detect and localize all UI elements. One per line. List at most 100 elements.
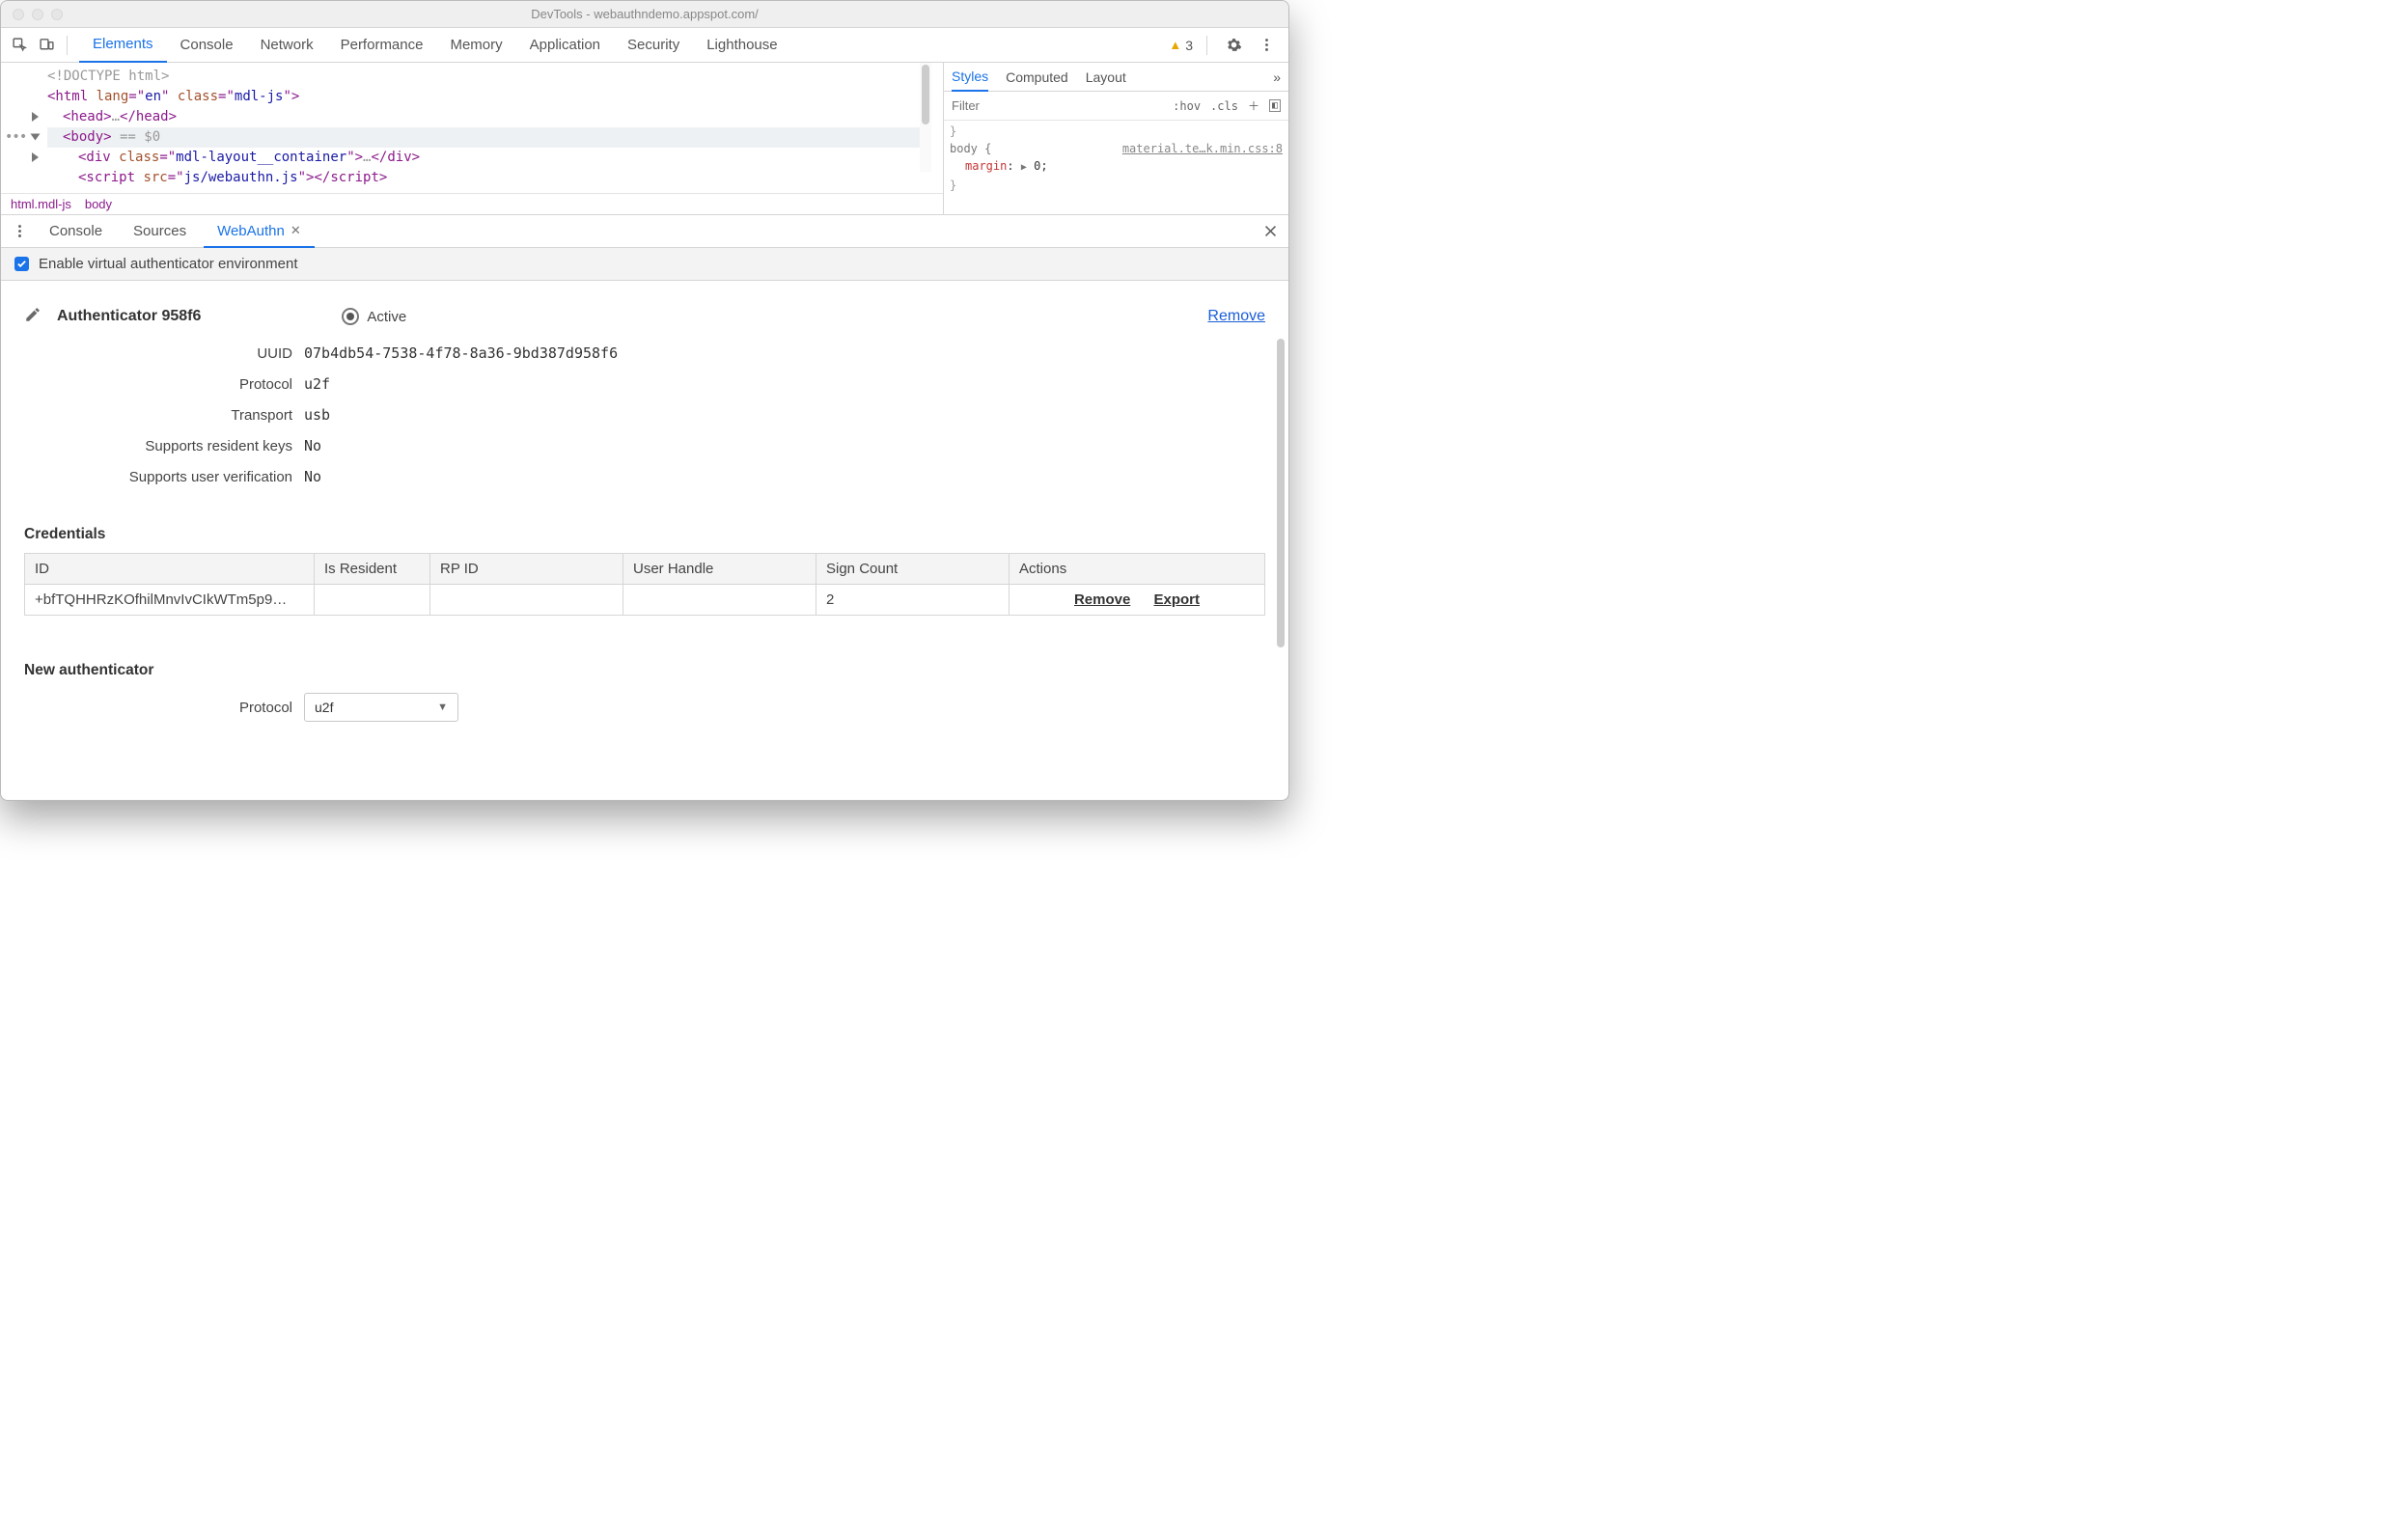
- tab-console[interactable]: Console: [167, 28, 247, 63]
- styles-panel: Styles Computed Layout » :hov .cls ＋ ◧ }…: [943, 63, 1288, 214]
- th-resident[interactable]: Is Resident: [315, 554, 430, 585]
- kebab-icon[interactable]: [1254, 33, 1279, 58]
- styles-selector: body {: [950, 140, 991, 157]
- main-tabs: Elements Console Network Performance Mem…: [75, 28, 1167, 63]
- window-scrollbar[interactable]: [1275, 97, 1286, 790]
- styles-more-icon[interactable]: »: [1273, 63, 1281, 92]
- dom-tree-panel: <!DOCTYPE html> <html lang="en" class="m…: [1, 63, 943, 214]
- devtools-window: DevTools - webauthndemo.appspot.com/ Ele…: [0, 0, 1289, 801]
- divider: [1206, 36, 1207, 55]
- srk-label: Supports resident keys: [24, 438, 304, 454]
- tab-lighthouse[interactable]: Lighthouse: [693, 28, 790, 63]
- tab-application[interactable]: Application: [516, 28, 614, 63]
- warning-count: 3: [1185, 38, 1193, 53]
- th-rpid[interactable]: RP ID: [430, 554, 623, 585]
- new-auth-heading: New authenticator: [24, 662, 1265, 679]
- dom-tree[interactable]: <!DOCTYPE html> <html lang="en" class="m…: [1, 63, 943, 193]
- active-label: Active: [367, 309, 406, 325]
- window-title: DevTools - webauthndemo.appspot.com/: [1, 7, 1288, 21]
- transport-label: Transport: [24, 407, 304, 424]
- breadcrumb-item[interactable]: html.mdl-js: [11, 197, 71, 211]
- brace: }: [950, 177, 1283, 194]
- styles-tab-styles[interactable]: Styles: [952, 63, 988, 92]
- inspect-icon[interactable]: [7, 33, 32, 58]
- gear-icon[interactable]: [1221, 33, 1246, 58]
- prop-name[interactable]: margin: [965, 159, 1007, 173]
- drawer-kebab-icon[interactable]: [7, 219, 32, 244]
- table-header-row: ID Is Resident RP ID User Handle Sign Co…: [25, 554, 1265, 585]
- close-tab-icon[interactable]: ✕: [290, 223, 301, 238]
- styles-filter-row: :hov .cls ＋ ◧: [944, 92, 1288, 121]
- cred-rpid: [430, 585, 623, 616]
- protocol-value: u2f: [304, 375, 330, 393]
- srk-value: No: [304, 437, 321, 454]
- active-radio[interactable]: Active: [342, 308, 406, 325]
- styles-filter-input[interactable]: [952, 98, 1163, 113]
- expand-icon[interactable]: ▶: [1021, 162, 1027, 173]
- credentials-table: ID Is Resident RP ID User Handle Sign Co…: [24, 553, 1265, 616]
- cred-user-handle: [623, 585, 816, 616]
- drawer-tab-sources[interactable]: Sources: [120, 215, 200, 248]
- tab-network[interactable]: Network: [247, 28, 327, 63]
- tabbar-right: ▲ 3: [1169, 33, 1283, 58]
- th-id[interactable]: ID: [25, 554, 315, 585]
- tab-performance[interactable]: Performance: [327, 28, 437, 63]
- th-user-handle[interactable]: User Handle: [623, 554, 816, 585]
- cred-remove-link[interactable]: Remove: [1074, 591, 1130, 608]
- cred-id: +bfTQHHRzKOfhilMnvIvCIkWTm5p9…: [25, 585, 315, 616]
- tab-elements[interactable]: Elements: [79, 28, 167, 63]
- device-toggle-icon[interactable]: [34, 33, 59, 58]
- titlebar: DevTools - webauthndemo.appspot.com/: [1, 1, 1288, 28]
- tab-security[interactable]: Security: [614, 28, 693, 63]
- styles-tab-computed[interactable]: Computed: [1006, 63, 1068, 92]
- breadcrumb: html.mdl-js body: [1, 193, 943, 214]
- collapse-icon[interactable]: [31, 134, 41, 141]
- authenticator-header: Authenticator 958f6 Active Remove: [24, 306, 1265, 327]
- table-row[interactable]: +bfTQHHRzKOfhilMnvIvCIkWTm5p9… 2 Remove …: [25, 585, 1265, 616]
- enable-checkbox[interactable]: [14, 257, 29, 271]
- code-text: <!DOCTYPE html>: [47, 69, 169, 84]
- expand-icon[interactable]: [32, 152, 39, 162]
- breadcrumb-item[interactable]: body: [85, 197, 112, 211]
- main-tabbar: Elements Console Network Performance Mem…: [1, 28, 1288, 63]
- transport-value: usb: [304, 406, 330, 424]
- drawer-tabbar: Console Sources WebAuthn✕: [1, 215, 1288, 248]
- edit-icon[interactable]: [24, 306, 42, 327]
- credentials-heading: Credentials: [24, 526, 1265, 543]
- styles-tabs: Styles Computed Layout »: [944, 63, 1288, 92]
- protocol-label: Protocol: [24, 376, 304, 393]
- styles-body[interactable]: } body { material.te…k.min.css:8 margin:…: [944, 121, 1288, 214]
- drawer-tab-webauthn[interactable]: WebAuthn✕: [204, 215, 315, 248]
- enable-label: Enable virtual authenticator environment: [39, 256, 298, 272]
- tab-memory[interactable]: Memory: [436, 28, 515, 63]
- drawer-tab-console[interactable]: Console: [36, 215, 116, 248]
- authenticator-details: UUID07b4db54-7538-4f78-8a36-9bd387d958f6…: [24, 344, 1265, 499]
- cred-export-link[interactable]: Export: [1154, 591, 1201, 608]
- th-actions: Actions: [1010, 554, 1265, 585]
- prop-value[interactable]: 0;: [1034, 159, 1047, 173]
- dom-scrollbar[interactable]: [920, 63, 931, 172]
- enable-bar: Enable virtual authenticator environment: [1, 248, 1288, 281]
- authenticator-title: Authenticator 958f6: [57, 308, 201, 325]
- webauthn-content: Authenticator 958f6 Active Remove UUID07…: [1, 281, 1288, 800]
- expand-icon[interactable]: [32, 112, 39, 122]
- cred-actions: Remove Export: [1010, 585, 1265, 616]
- warning-badge[interactable]: ▲ 3: [1169, 38, 1193, 53]
- select-value: u2f: [315, 700, 333, 715]
- add-rule-icon[interactable]: ＋: [1248, 97, 1259, 114]
- th-sign-count[interactable]: Sign Count: [816, 554, 1010, 585]
- suv-label: Supports user verification: [24, 469, 304, 485]
- cred-sign-count: 2: [816, 585, 1010, 616]
- brace: }: [950, 123, 1283, 140]
- cred-resident: [315, 585, 430, 616]
- styles-tab-layout[interactable]: Layout: [1086, 63, 1126, 92]
- elements-split: <!DOCTYPE html> <html lang="en" class="m…: [1, 63, 1288, 215]
- new-auth-protocol-row: Protocol u2f ▼: [24, 693, 1265, 722]
- cls-button[interactable]: .cls: [1210, 99, 1238, 113]
- new-auth-protocol-select[interactable]: u2f ▼: [304, 693, 458, 722]
- remove-authenticator-link[interactable]: Remove: [1207, 308, 1265, 325]
- hov-button[interactable]: :hov: [1173, 99, 1201, 113]
- new-auth-protocol-label: Protocol: [24, 700, 304, 716]
- selection-dots: •••: [5, 127, 26, 148]
- styles-source-link[interactable]: material.te…k.min.css:8: [1122, 140, 1283, 157]
